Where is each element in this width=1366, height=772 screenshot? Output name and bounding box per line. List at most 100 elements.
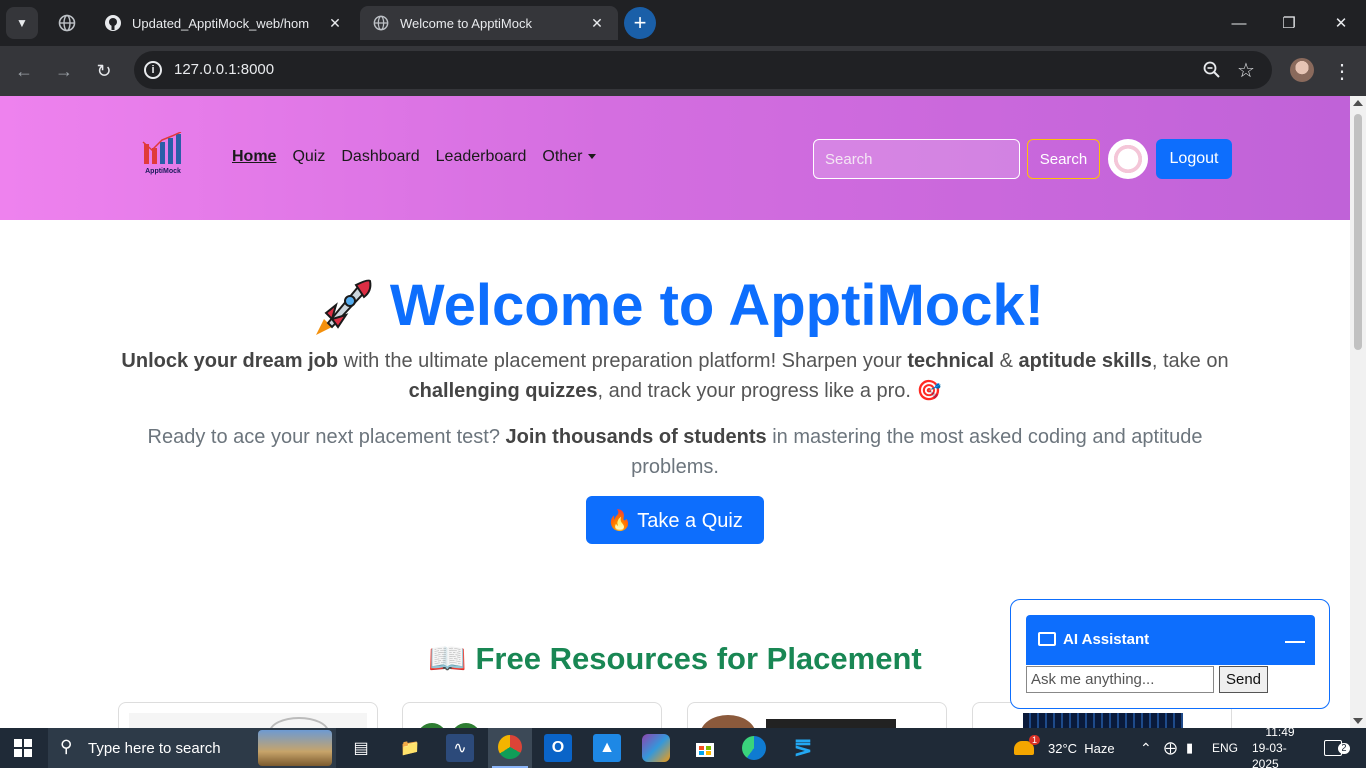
ai-question-input[interactable] xyxy=(1026,666,1214,693)
chrome-taskbar-active[interactable] xyxy=(488,728,532,768)
chevron-up-icon[interactable]: ⌃ xyxy=(1140,728,1152,768)
hero-bold: Unlock your dream job xyxy=(121,350,339,372)
close-icon[interactable]: ✕ xyxy=(326,15,344,32)
site-info-icon[interactable]: i xyxy=(144,61,162,79)
copilot-icon[interactable] xyxy=(642,734,670,762)
ai-assistant-widget: AI Assistant Send xyxy=(1010,599,1330,709)
ai-assistant-title: AI Assistant xyxy=(1063,631,1150,648)
user-avatar[interactable] xyxy=(1108,139,1148,179)
nav-dashboard[interactable]: Dashboard xyxy=(341,148,419,166)
search-highlight-image xyxy=(258,730,332,766)
browser-toolbar: ← → ↻ i 127.0.0.1:8000 ☆ ⋮ xyxy=(0,46,1366,96)
outlook-icon[interactable]: O xyxy=(544,734,572,762)
mysql-workbench-icon[interactable]: ∿ xyxy=(446,734,474,762)
nav-home[interactable]: Home xyxy=(232,148,276,166)
page-scrollbar[interactable] xyxy=(1350,96,1366,728)
clock-date: 19-03-2025 xyxy=(1252,741,1287,771)
hero-bold: Join thousands of students xyxy=(505,426,767,448)
hero-bold: technical xyxy=(907,350,995,372)
main-nav: Home Quiz Dashboard Leaderboard Other xyxy=(232,148,597,166)
ai-assistant-header[interactable]: AI Assistant xyxy=(1026,615,1315,665)
globe-icon xyxy=(372,14,390,32)
hero-text: & xyxy=(994,350,1019,372)
search-input[interactable] xyxy=(813,139,1020,179)
tab-title: Updated_ApptiMock_web/hom xyxy=(132,15,310,31)
reload-icon[interactable]: ↻ xyxy=(90,57,118,85)
resource-card[interactable] xyxy=(687,702,947,728)
hero-subtext: Ready to ace your next placement test? J… xyxy=(110,422,1240,482)
close-window-icon[interactable]: ✕ xyxy=(1328,10,1354,36)
windows-start-icon[interactable] xyxy=(14,739,32,757)
language-indicator[interactable]: ENG xyxy=(1212,728,1238,768)
minimize-icon[interactable]: — xyxy=(1226,10,1252,36)
taskbar-search[interactable]: ⚲ Type here to search xyxy=(48,728,336,768)
globe-icon[interactable] xyxy=(56,12,78,34)
network-icon[interactable]: ⨁ xyxy=(1164,728,1177,768)
scroll-thumb[interactable] xyxy=(1354,114,1362,350)
windows-taskbar: ⚲ Type here to search ▤ 📁 ∿ O ▲ ⪚ 1 32°C… xyxy=(0,725,1366,771)
clock-time: 11:49 xyxy=(1265,725,1295,739)
logo-text: ApptiMock xyxy=(145,168,181,175)
resource-card[interactable] xyxy=(118,702,378,728)
battery-icon[interactable]: ▮ xyxy=(1186,728,1193,768)
scroll-down-icon[interactable] xyxy=(1353,718,1363,724)
edge-logo xyxy=(742,736,766,760)
hero-title: Welcome to ApptiMock! xyxy=(0,266,1350,346)
profile-avatar[interactable] xyxy=(1290,58,1314,82)
clock[interactable]: 11:49 19-03-2025 xyxy=(1252,725,1308,771)
logo-bars-icon xyxy=(142,132,182,164)
hero-intro: Unlock your dream job with the ultimate … xyxy=(110,346,1240,406)
close-icon[interactable]: ✕ xyxy=(588,15,606,32)
rocket-icon xyxy=(315,279,372,335)
search-button[interactable]: Search xyxy=(1027,139,1100,179)
card-image xyxy=(766,719,896,728)
url-text[interactable]: 127.0.0.1:8000 xyxy=(174,61,274,78)
vscode-icon[interactable]: ⪚ xyxy=(789,734,817,762)
github-icon xyxy=(104,14,122,32)
tab-github[interactable]: Updated_ApptiMock_web/hom ✕ xyxy=(92,6,356,40)
task-view-icon[interactable]: ▤ xyxy=(347,734,375,762)
hero-bold: challenging quizzes xyxy=(408,380,598,402)
notification-center[interactable]: 2 xyxy=(1324,728,1350,768)
take-quiz-button[interactable]: 🔥 Take a Quiz xyxy=(586,496,764,544)
file-explorer-icon[interactable]: 📁 xyxy=(396,734,424,762)
photos-icon[interactable]: ▲ xyxy=(593,734,621,762)
new-tab-button[interactable]: + xyxy=(624,7,656,39)
chat-icon xyxy=(1038,632,1056,646)
resource-card[interactable] xyxy=(402,702,662,728)
hero-title-text: Welcome to ApptiMock! xyxy=(389,273,1045,338)
forward-icon[interactable]: → xyxy=(50,57,78,85)
hero-bold: aptitude skills xyxy=(1018,350,1152,372)
back-icon[interactable]: ← xyxy=(10,57,38,85)
card-image xyxy=(1023,713,1183,728)
edge-icon[interactable] xyxy=(740,734,768,762)
weather-badge: 1 xyxy=(1029,735,1041,745)
nav-leaderboard[interactable]: Leaderboard xyxy=(436,148,527,166)
notification-icon xyxy=(1324,740,1342,756)
tab-apptimock[interactable]: Welcome to ApptiMock ✕ xyxy=(360,6,618,40)
card-image xyxy=(129,713,367,728)
ai-send-button[interactable]: Send xyxy=(1219,666,1268,693)
hero-text: Ready to ace your next placement test? xyxy=(147,426,506,448)
scroll-up-icon[interactable] xyxy=(1353,100,1363,106)
address-bar[interactable]: i 127.0.0.1:8000 ☆ xyxy=(134,51,1272,89)
minimize-icon[interactable] xyxy=(1285,641,1305,643)
bookmark-star-icon[interactable]: ☆ xyxy=(1234,58,1258,82)
site-logo[interactable]: ApptiMock xyxy=(124,128,202,186)
store-icon[interactable] xyxy=(691,734,719,762)
chrome-icon xyxy=(498,735,522,759)
card-image xyxy=(700,715,756,728)
restore-icon[interactable]: ❐ xyxy=(1276,10,1302,36)
zoom-icon[interactable] xyxy=(1200,58,1224,82)
nav-other-label: Other xyxy=(542,148,583,165)
search-icon: ⚲ xyxy=(60,737,73,756)
browser-tab-bar: ▼ Updated_ApptiMock_web/hom ✕ Welcome to… xyxy=(0,0,1366,46)
logout-button[interactable]: Logout xyxy=(1156,139,1232,179)
menu-kebab-icon[interactable]: ⋮ xyxy=(1330,57,1354,85)
tab-search-button[interactable]: ▼ xyxy=(6,7,38,39)
nav-other-dropdown[interactable]: Other xyxy=(542,148,597,166)
weather-widget[interactable]: 1 32°C Haze xyxy=(1014,728,1115,768)
nav-quiz[interactable]: Quiz xyxy=(292,148,325,166)
hero-text: with the ultimate placement preparation … xyxy=(338,350,908,372)
weather-text: 32°C Haze xyxy=(1048,740,1115,756)
